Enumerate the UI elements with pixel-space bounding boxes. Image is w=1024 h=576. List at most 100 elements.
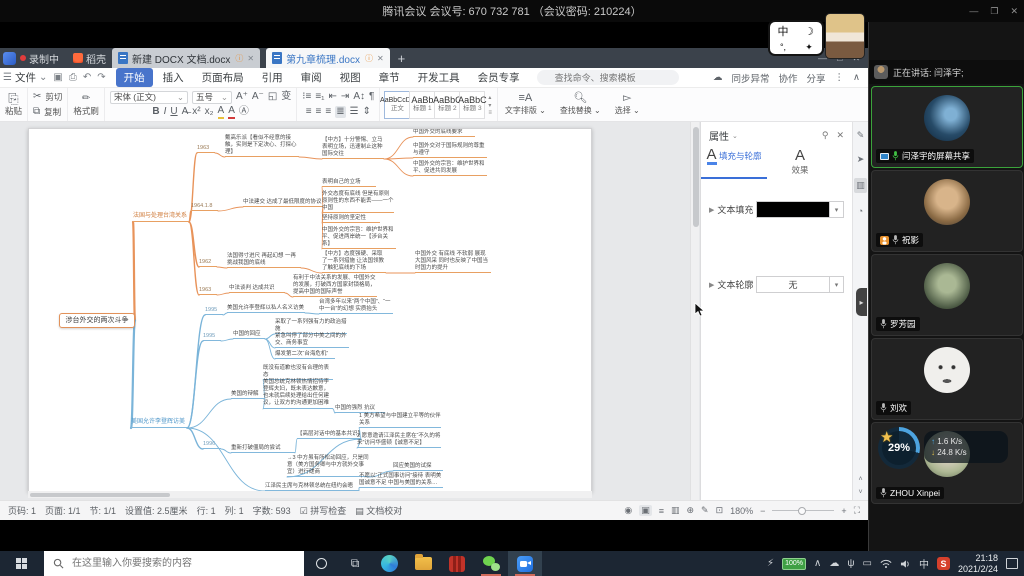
increase-font-icon[interactable]: A⁺ [236, 91, 248, 103]
participant-tile[interactable]: 罗芳园 [871, 254, 1023, 336]
select-dropdown-icon[interactable]: ▾ [829, 277, 843, 292]
mindmap-node-zz2[interactable]: 中国外交的宗旨：维护世界和平、促进两岸统一【涉台关系】 [322, 227, 396, 249]
style-card[interactable]: AaBbC 标题 3 [459, 91, 485, 119]
zoom-slider[interactable] [772, 510, 834, 511]
highlight-icon[interactable]: A [218, 105, 225, 119]
mindmap-node-hw[interactable]: 江泽民主席与克林顿总统在纽约会晤 [265, 483, 359, 491]
swatch-dropdown-icon[interactable]: ▾ [829, 202, 843, 217]
align-left-icon[interactable]: ≡ [306, 106, 312, 118]
strikethrough-icon[interactable]: A̶ [182, 106, 189, 118]
cut-icon[interactable]: ✂ [33, 91, 41, 103]
style-card[interactable]: AaBbC 标题 2 [434, 91, 460, 119]
mindmap-node-hy2[interactable]: 回应美国的试探 [393, 463, 443, 471]
mindmap-node-cq[interactable]: 采取了一系列强有力的政治措施 [275, 319, 347, 334]
mindmap-node-qy[interactable]: 【中方】态度强硬、采取了一系列措施 让法国领教了触犯底线的下场 [322, 251, 386, 273]
wechat-button[interactable] [474, 551, 508, 576]
battery-indicator[interactable]: 100% [782, 558, 806, 570]
menu-item[interactable]: 章节 [371, 68, 408, 87]
menu-item[interactable]: 引用 [254, 68, 291, 87]
properties-tool-icon[interactable]: ▥ [854, 178, 867, 193]
panel-close-icon[interactable]: ✕ [836, 130, 844, 141]
outdent-icon[interactable]: ⇤ [329, 91, 337, 103]
subscript-icon[interactable]: x₂ [205, 106, 214, 118]
hardware-icon[interactable]: ▭ [863, 558, 872, 569]
italic-icon[interactable]: I [164, 106, 167, 118]
cut-label[interactable]: 剪切 [45, 91, 62, 103]
align-right-icon[interactable]: ≡ [325, 106, 331, 118]
mindmap-node-jj[interactable]: 中法建交 达成了最低限度的协议 [243, 199, 323, 207]
participant-tile[interactable]: 刘欢 [871, 338, 1023, 420]
mindmap-node-ky[interactable]: 中国的强烈 抗议 [335, 405, 385, 413]
mindmap-node-y64[interactable]: 1964.1.8 [191, 203, 218, 211]
tab-home[interactable]: 稻壳 [86, 51, 106, 66]
sidebar-collapse-handle[interactable]: ▸ [856, 288, 867, 316]
zoom-value[interactable]: 180% [730, 506, 753, 516]
styles-up-icon[interactable]: ▴ [488, 94, 492, 101]
superscript-icon[interactable]: x² [192, 106, 200, 118]
ime-mode-label[interactable]: 中 [778, 23, 789, 39]
mindmap-node-kld[interactable]: 美国总统克林顿热情招待李登辉夫妇，既未表达歉意，也未就后续处理给出任何建议，让双… [263, 379, 333, 409]
edit-mode-icon[interactable]: ✎ [701, 505, 709, 516]
eye-protect-icon[interactable]: ◉ [624, 505, 632, 516]
save-icon[interactable]: ▣ [53, 72, 62, 83]
scroll-down-icon[interactable]: ˅ [858, 489, 862, 496]
undo-icon[interactable]: ↶ [83, 72, 91, 83]
outline-view-icon[interactable]: ▥ [671, 505, 680, 516]
mindmap-node-dg[interactable]: 戴高乐派【看似不经意的接触，实则是下定决心、打探心理】 [225, 135, 299, 157]
mindmap-node-cshang[interactable]: →3 中方虽有所松动回应，只是同意（美方国务卿与中方就外交事宜）进行磋商 [287, 455, 369, 477]
sort-icon[interactable]: A↕ [353, 91, 365, 103]
start-button[interactable] [0, 551, 44, 576]
taskbar-search-input[interactable] [44, 551, 304, 576]
mindmap-node-zz[interactable]: 中国外交的宗旨：维护世界和平、促进共同发展 [413, 161, 487, 176]
proofread-button[interactable]: ▤ 文档校对 [355, 504, 402, 517]
hamburger-icon[interactable]: ☰ [3, 72, 12, 83]
copy-label[interactable]: 复制 [44, 106, 61, 118]
mindmap-node-fr[interactable]: 法国与处理台湾关系 [133, 213, 189, 222]
close-icon[interactable]: ✕ [1010, 6, 1018, 17]
web-layout-icon[interactable]: ≡ [659, 506, 664, 516]
mindmap-node-sr[interactable]: 美国允许李登辉以私人名义访美 [227, 305, 305, 313]
onedrive-cloud-icon[interactable]: ☁ [829, 558, 839, 569]
mindmap-node-y63b[interactable]: 1963 [199, 287, 217, 295]
font-name-select[interactable]: 宋体 (正文)⌄ [110, 91, 188, 104]
mindmap-node-us[interactable]: 美国允许李登辉访美 [131, 419, 187, 428]
sogou-icon[interactable]: S [937, 557, 950, 570]
media-app-button[interactable] [440, 551, 474, 576]
command-search-input[interactable] [537, 70, 679, 85]
cortana-button[interactable] [304, 551, 338, 576]
indent-icon[interactable]: ⇥ [341, 91, 349, 103]
fullread-view-icon[interactable]: ⊕ [686, 505, 694, 516]
line-spacing-icon[interactable]: ⇕ [363, 106, 371, 118]
format-painter-icon[interactable]: ✏ [82, 93, 90, 105]
pin-icon[interactable]: ⚲ [822, 130, 829, 141]
mindmap-node-y95a[interactable]: 1995 [205, 307, 223, 315]
justify-icon[interactable]: ≣ [335, 106, 345, 118]
menu-item[interactable]: 视图 [332, 68, 369, 87]
menu-item[interactable]: 开发工具 [410, 68, 468, 87]
fullscreen-icon[interactable]: ⛶ [854, 505, 860, 516]
numbering-icon[interactable]: ≡₁ [315, 91, 324, 103]
enclose-char-icon[interactable]: Ⓐ [239, 106, 249, 118]
mindmap-node-yq[interactable]: 2 愿意邀请江泽民主席在“不久的将来”访问华盛顿【诚意不足】 [357, 433, 441, 448]
mindmap-node-zf[interactable]: 【中方】十分警惕、立马表明立场，迅速制止这种国际交往 [322, 137, 384, 159]
mindmap-node-bf[interactable]: 爆发第二次“台海危机” [275, 351, 335, 359]
find-replace-tool[interactable]: 🔍︎ 查找替换 ⌄ [553, 88, 608, 121]
redo-icon[interactable]: ↷ [97, 72, 105, 83]
help-tool-icon[interactable]: ◔ [858, 206, 863, 216]
mindmap-node-y96[interactable]: 1996 [203, 441, 221, 449]
more-icon[interactable]: ⋮ [835, 72, 845, 83]
paste-icon[interactable]: ⎘ [8, 93, 18, 105]
mindmap-node-jc[interactable]: 坚持原则的坚定性 [322, 215, 380, 223]
font-size-select[interactable]: 五号⌄ [192, 91, 232, 104]
text-layout-tool[interactable]: ≡A 文字排版 ⌄ [498, 88, 553, 121]
styles-more-icon[interactable]: ≡ [488, 110, 492, 116]
maximize-icon[interactable]: ❐ [990, 6, 998, 17]
paste-label[interactable]: 粘贴 [5, 105, 22, 117]
speaker-icon[interactable] [900, 559, 911, 569]
mindmap-node-tp[interactable]: 中法谈判 达成共识 [229, 285, 285, 293]
print-layout-icon[interactable]: ▣ [639, 505, 652, 516]
style-card[interactable]: AaBbCcDd 正文 [384, 91, 410, 119]
mindmap-node-y63a[interactable]: 1963 [197, 145, 215, 153]
tencent-meeting-button[interactable] [508, 551, 542, 576]
zoom-out-icon[interactable]: − [760, 506, 765, 516]
